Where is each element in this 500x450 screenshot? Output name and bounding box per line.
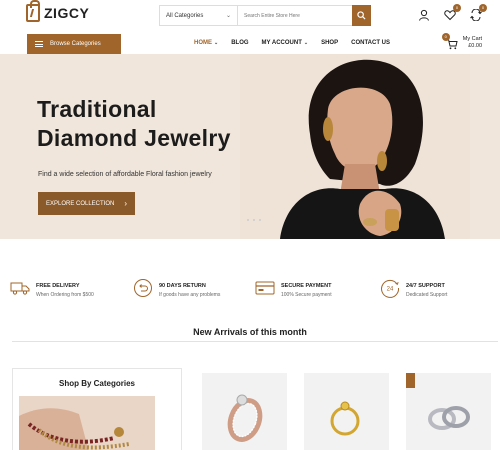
nav-item-home-label: HOME [194,40,212,46]
feature-desc: If goods have any problems [159,292,221,298]
chevron-right-icon: › [124,199,128,208]
logo[interactable]: ZIGCY [26,0,90,22]
chevron-down-icon: ⌄ [303,40,309,46]
nav-item-shop[interactable]: SHOP [321,40,338,46]
explore-collection-label: EXPLORE COLLECTION [45,200,115,207]
feature-title: 24/7 SUPPORT [406,283,445,289]
chevron-down-icon: ⌄ [225,13,231,19]
shopping-bag-logo-icon [26,0,40,22]
user-icon [419,9,429,21]
hero-banner: Traditional Diamond Jewelry Find a wide … [0,54,500,239]
feature-secure-payment: SECURE PAYMENT 100% Secure payment [255,278,332,298]
feature-free-delivery: FREE DELIVERY When Ordering from $500 [10,278,94,298]
sale-ribbon [406,373,415,388]
cart-count-badge: 0 [441,33,450,41]
nav-item-blog[interactable]: BLOG [231,40,248,46]
feature-desc: 100% Secure payment [281,292,332,298]
carousel-dot[interactable] [247,219,249,221]
carousel-dots [247,219,261,221]
support-icon: 24 [381,279,400,298]
main-navbar: Browse Categories HOME ⌄ BLOG MY ACCOUNT ⌄… [0,32,500,56]
wishlist-count-badge: 0 [453,4,461,12]
rose-gold-ring-image [202,373,287,450]
feature-title: SECURE PAYMENT [281,283,332,289]
compare-button[interactable]: 0 [470,4,487,22]
wishlist-button[interactable]: 0 [444,4,461,21]
compare-count-badge: 0 [479,4,487,12]
hero-title: Traditional Diamond Jewelry [37,95,231,153]
nav-item-contact-us[interactable]: CONTACT US [351,40,390,46]
feature-desc: Dedicated Support [406,292,448,298]
logo-text: ZIGCY [44,5,90,21]
section-divider [12,341,498,342]
product-card-silver-rings[interactable] [406,373,491,450]
browse-categories-button[interactable]: Browse Categories [27,34,121,54]
truck-icon [10,282,30,295]
browse-categories-label: Browse Categories [50,41,101,47]
shop-by-categories-panel: Shop By Categories [12,368,182,450]
return-icon [134,279,152,297]
chevron-down-icon: ⌄ [214,40,219,46]
feature-title: FREE DELIVERY [36,283,80,289]
primary-menu: HOME ⌄ BLOG MY ACCOUNT ⌄ SHOP CONTACT US [194,40,390,46]
explore-collection-button[interactable]: EXPLORE COLLECTION › [38,192,135,215]
search-input[interactable] [238,6,352,25]
hero-subtitle: Find a wide selection of affordable Flor… [38,171,212,178]
svg-text:24: 24 [387,287,394,293]
hero-title-line-2: Diamond Jewelry [37,125,231,151]
hamburger-menu-icon [35,41,43,47]
features-strip: FREE DELIVERY When Ordering from $500 90… [0,278,500,304]
carousel-dot[interactable] [253,219,255,221]
search-icon [357,11,366,20]
shop-by-categories-heading: Shop By Categories [58,379,135,388]
search-bar: All Categories ⌄ [159,5,371,26]
feature-desc: When Ordering from $500 [36,292,94,298]
hero-model-image [240,54,470,239]
nav-item-my-account-label: MY ACCOUNT [261,40,302,46]
cart-amount: £0.00 [468,43,482,49]
top-header: ZIGCY All Categories ⌄ 0 [0,0,500,32]
necklace-image [19,396,155,450]
category-select[interactable]: All Categories ⌄ [160,6,238,25]
product-card-rose-gold-ring[interactable] [202,373,287,450]
account-button[interactable] [418,8,430,21]
feature-90-days-return: 90 DAYS RETURN If goods have any problem… [133,278,220,298]
category-thumbnail-image[interactable] [19,396,155,450]
product-card-gold-ring[interactable] [304,373,389,450]
feature-title: 90 DAYS RETURN [159,283,206,289]
cart-button[interactable]: 0 My Cart £0.00 [441,33,482,50]
hero-title-line-1: Traditional [37,96,157,122]
nav-item-home[interactable]: HOME ⌄ [194,40,218,46]
silver-rings-image [406,373,491,450]
card-icon [255,281,275,295]
category-select-value: All Categories [166,12,204,19]
feature-24-7-support: 24 24/7 SUPPORT Dedicated Support [380,278,447,298]
carousel-dot[interactable] [259,219,261,221]
cart-label: My Cart [462,36,482,42]
new-arrivals-heading: New Arrivals of this month [193,327,307,337]
search-button[interactable] [352,5,371,26]
nav-item-my-account[interactable]: MY ACCOUNT ⌄ [262,40,309,46]
gold-ring-image [304,373,389,450]
